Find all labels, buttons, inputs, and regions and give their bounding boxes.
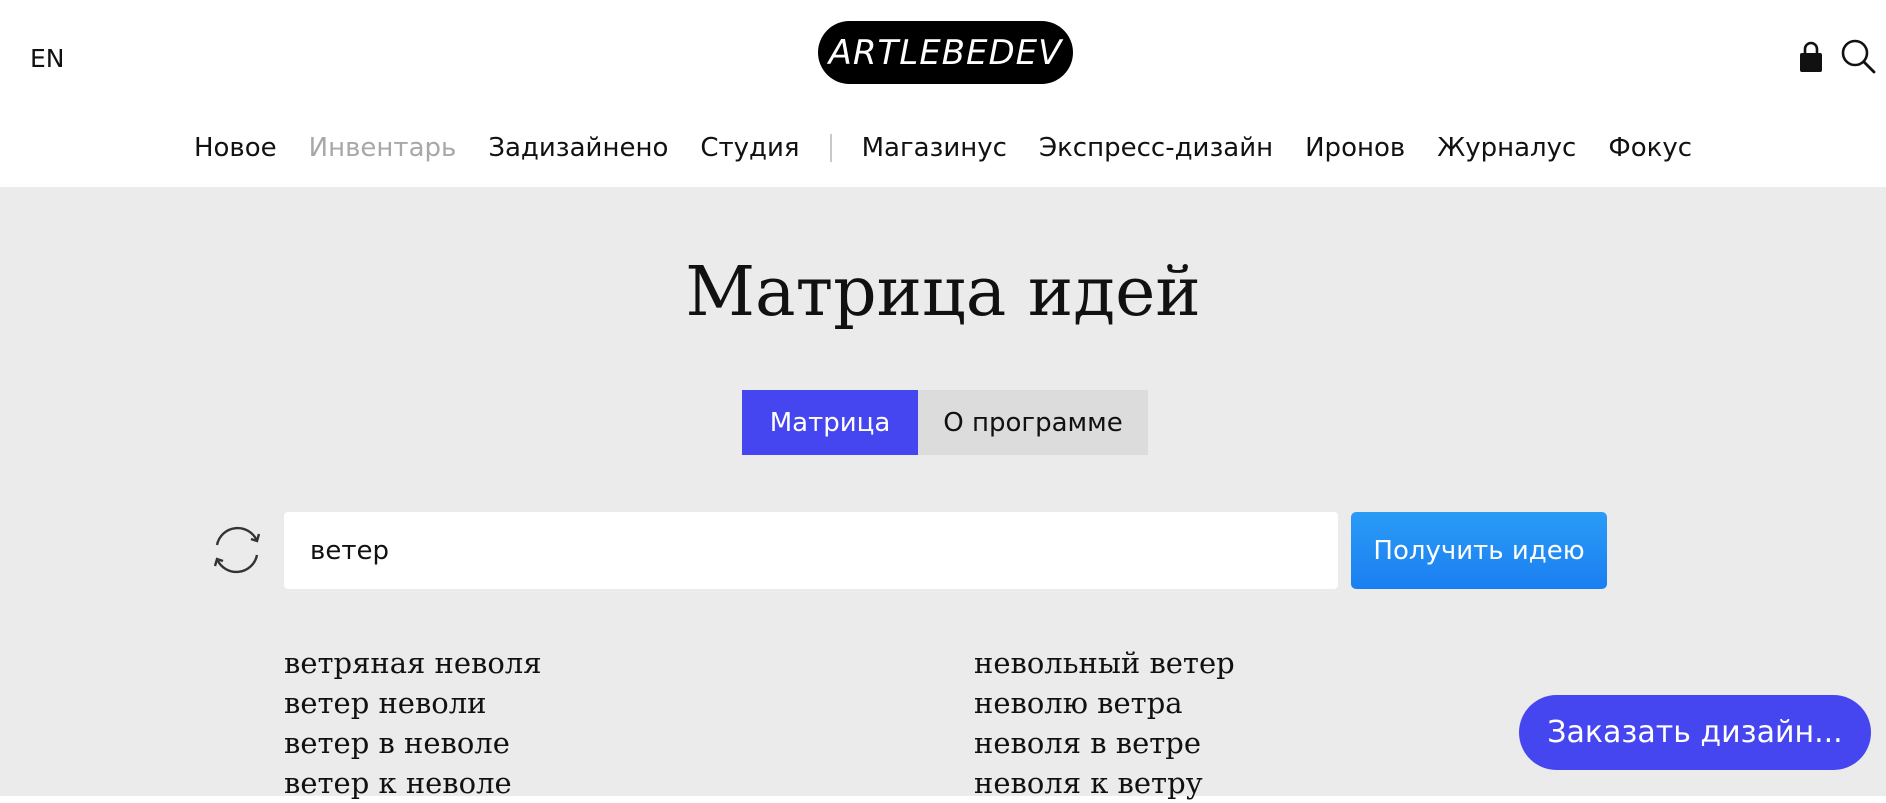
page-title: Матрица идей	[685, 253, 1201, 332]
tab-bar: Матрица О программе	[742, 390, 1148, 455]
list-item[interactable]: неволю ветра	[974, 683, 1235, 723]
search-icon[interactable]	[1840, 38, 1876, 74]
shopping-bag-icon[interactable]	[1798, 40, 1824, 74]
tab-about[interactable]: О программе	[918, 390, 1148, 455]
order-design-button[interactable]: Заказать дизайн...	[1519, 695, 1871, 770]
nav-item-express-design[interactable]: Экспресс-дизайн	[1039, 133, 1273, 163]
idea-search-input[interactable]	[284, 512, 1338, 589]
nav-divider	[829, 134, 832, 162]
nav-item-ironov[interactable]: Иронов	[1305, 133, 1405, 163]
nav-item-designed[interactable]: Задизайнено	[488, 133, 668, 163]
nav-item-studio[interactable]: Студия	[700, 133, 799, 163]
tab-matrix[interactable]: Матрица	[742, 390, 918, 455]
site-logo[interactable]: ARTLEBEDEV	[818, 21, 1073, 84]
nav-item-inventory[interactable]: Инвентарь	[309, 133, 457, 163]
list-item[interactable]: ветер в неволе	[284, 723, 542, 763]
language-switch[interactable]: EN	[30, 44, 65, 73]
nav-item-journal[interactable]: Журналус	[1437, 133, 1576, 163]
nav-item-shop[interactable]: Магазинус	[862, 133, 1007, 163]
list-item[interactable]: невольный ветер	[974, 643, 1235, 683]
list-item[interactable]: ветер к неволе	[284, 763, 542, 803]
results-column-left: ветряная неволя ветер неволи ветер в нев…	[284, 643, 542, 803]
list-item[interactable]: неволя в ветре	[974, 723, 1235, 763]
list-item[interactable]: ветер неволи	[284, 683, 542, 723]
nav-item-new[interactable]: Новое	[194, 133, 277, 163]
refresh-icon[interactable]	[208, 521, 266, 579]
list-item[interactable]: неволя к ветру	[974, 763, 1235, 803]
get-idea-button[interactable]: Получить идею	[1351, 512, 1607, 589]
list-item[interactable]: ветряная неволя	[284, 643, 542, 683]
results-column-right: невольный ветер неволю ветра неволя в ве…	[974, 643, 1235, 803]
main-nav: Новое Инвентарь Задизайнено Студия Магаз…	[0, 128, 1886, 168]
nav-item-focus[interactable]: Фокус	[1608, 133, 1692, 163]
site-header: EN ARTLEBEDEV Новое Инвентарь Задизайнен…	[0, 0, 1886, 187]
